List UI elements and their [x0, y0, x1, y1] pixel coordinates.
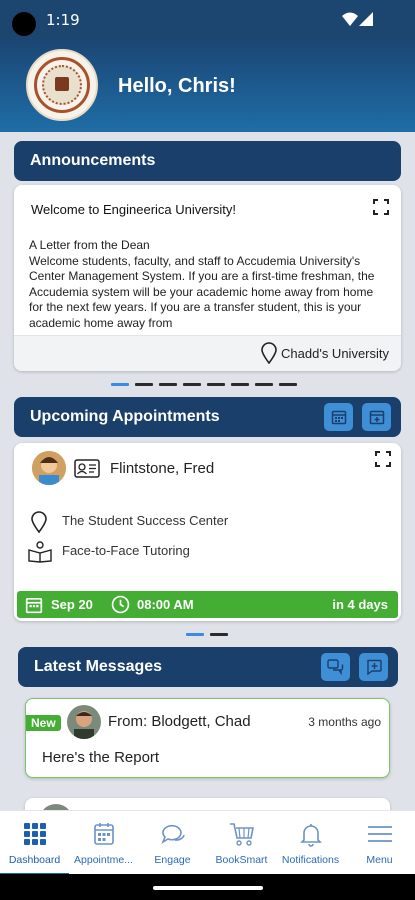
chat-bubbles-icon — [161, 824, 185, 844]
new-badge: New — [26, 715, 61, 731]
pager-dot[interactable] — [186, 633, 204, 636]
clock-icon — [111, 595, 130, 614]
appointments-title: Upcoming Appointments — [30, 408, 220, 425]
announcement-body: A Letter from the Dean Welcome students,… — [29, 238, 387, 331]
message-subject: Here's the Report — [42, 749, 160, 766]
nav-label: Engage — [154, 854, 191, 866]
greeting-text: Hello, Chris! — [118, 75, 236, 97]
pager-dot[interactable] — [135, 383, 153, 386]
message-card[interactable]: New From: Blodgett, Chad 3 months ago He… — [25, 698, 390, 778]
message-sender: From: Blodgett, Chad — [108, 713, 251, 730]
hamburger-icon — [368, 826, 392, 842]
tutoring-icon — [28, 541, 52, 563]
nav-engage[interactable]: Engage — [138, 811, 207, 875]
appointment-service: Face-to-Face Tutoring — [62, 543, 190, 558]
pager-dot[interactable] — [111, 383, 129, 386]
signal-icon — [359, 12, 373, 26]
app-header: Hello, Chris! — [0, 40, 415, 132]
announcement-footer: Chadd's University — [14, 335, 401, 371]
conversations-button[interactable] — [321, 653, 350, 681]
nav-dashboard[interactable]: Dashboard — [0, 811, 69, 875]
nav-menu[interactable]: Menu — [345, 811, 414, 875]
calendar-add-icon — [369, 410, 384, 425]
nav-label: Appointme... — [74, 854, 133, 866]
nav-appointments[interactable]: Appointme... — [69, 811, 138, 875]
nav-notifications[interactable]: Notifications — [276, 811, 345, 875]
appointment-location: The Student Success Center — [62, 513, 229, 528]
avatar — [32, 451, 66, 485]
appointment-relative-time: in 4 days — [332, 597, 388, 612]
pager-dot[interactable] — [207, 383, 225, 386]
announcement-title: Welcome to Engineerica University! — [31, 202, 236, 217]
appointments-header: Upcoming Appointments — [14, 397, 401, 437]
announcement-line: Welcome students, faculty, and staff to … — [29, 253, 375, 330]
messages-title: Latest Messages — [34, 658, 163, 675]
expand-icon[interactable] — [373, 199, 389, 215]
appointment-time: 08:00 AM — [137, 597, 194, 612]
announcements-header: Announcements — [14, 141, 401, 181]
nav-label: Dashboard — [8, 854, 61, 866]
location-pin-icon — [31, 511, 47, 533]
nav-label: BookSmart — [215, 854, 268, 866]
bell-icon — [300, 824, 322, 847]
announcement-line: A Letter from the Dean — [29, 238, 150, 252]
pager-dot[interactable] — [183, 383, 201, 386]
location-pin-icon — [261, 342, 277, 364]
calendar-view-button[interactable] — [324, 403, 353, 431]
pager-dot[interactable] — [279, 383, 297, 386]
appointments-pager[interactable] — [186, 633, 228, 636]
appointment-date-bar: Sep 20 08:00 AM in 4 days — [17, 591, 398, 618]
new-message-button[interactable] — [359, 653, 388, 681]
appointment-date: Sep 20 — [51, 597, 93, 612]
bottom-navigation: Dashboard Appointme... Engage BookSmart — [0, 810, 415, 875]
appointment-person-name: Flintstone, Fred — [110, 460, 215, 477]
status-bar: 1:19 — [0, 0, 415, 40]
announcement-location: Chadd's University — [281, 346, 389, 361]
calendar-icon — [331, 410, 346, 425]
appointment-card[interactable]: Flintstone, Fred The Student Success Cen… — [14, 443, 401, 621]
calendar-icon — [94, 823, 114, 845]
home-handle[interactable] — [153, 886, 263, 890]
announcement-card[interactable]: Welcome to Engineerica University! A Let… — [14, 185, 401, 371]
nav-label: Menu — [366, 854, 393, 866]
message-add-icon — [366, 659, 382, 675]
pager-dot[interactable] — [255, 383, 273, 386]
add-appointment-button[interactable] — [362, 403, 391, 431]
chat-bubbles-icon — [327, 659, 344, 675]
university-seal-logo — [26, 49, 98, 121]
status-time: 1:19 — [46, 11, 80, 29]
message-time: 3 months ago — [308, 715, 381, 729]
announcements-title: Announcements — [30, 152, 156, 169]
grid-icon — [24, 823, 46, 845]
cart-icon — [230, 823, 254, 846]
nav-booksmart[interactable]: BookSmart — [207, 811, 276, 875]
announcements-pager[interactable] — [111, 383, 297, 386]
pager-dot[interactable] — [159, 383, 177, 386]
avatar — [67, 705, 101, 739]
wifi-icon — [342, 12, 358, 26]
messages-header: Latest Messages — [18, 647, 398, 687]
camera-cutout — [12, 12, 36, 36]
calendar-icon — [25, 597, 43, 614]
id-card-icon — [74, 459, 100, 478]
gesture-bar — [0, 874, 415, 900]
pager-dot[interactable] — [210, 633, 228, 636]
expand-icon[interactable] — [375, 451, 391, 467]
nav-label: Notifications — [281, 854, 340, 866]
pager-dot[interactable] — [231, 383, 249, 386]
